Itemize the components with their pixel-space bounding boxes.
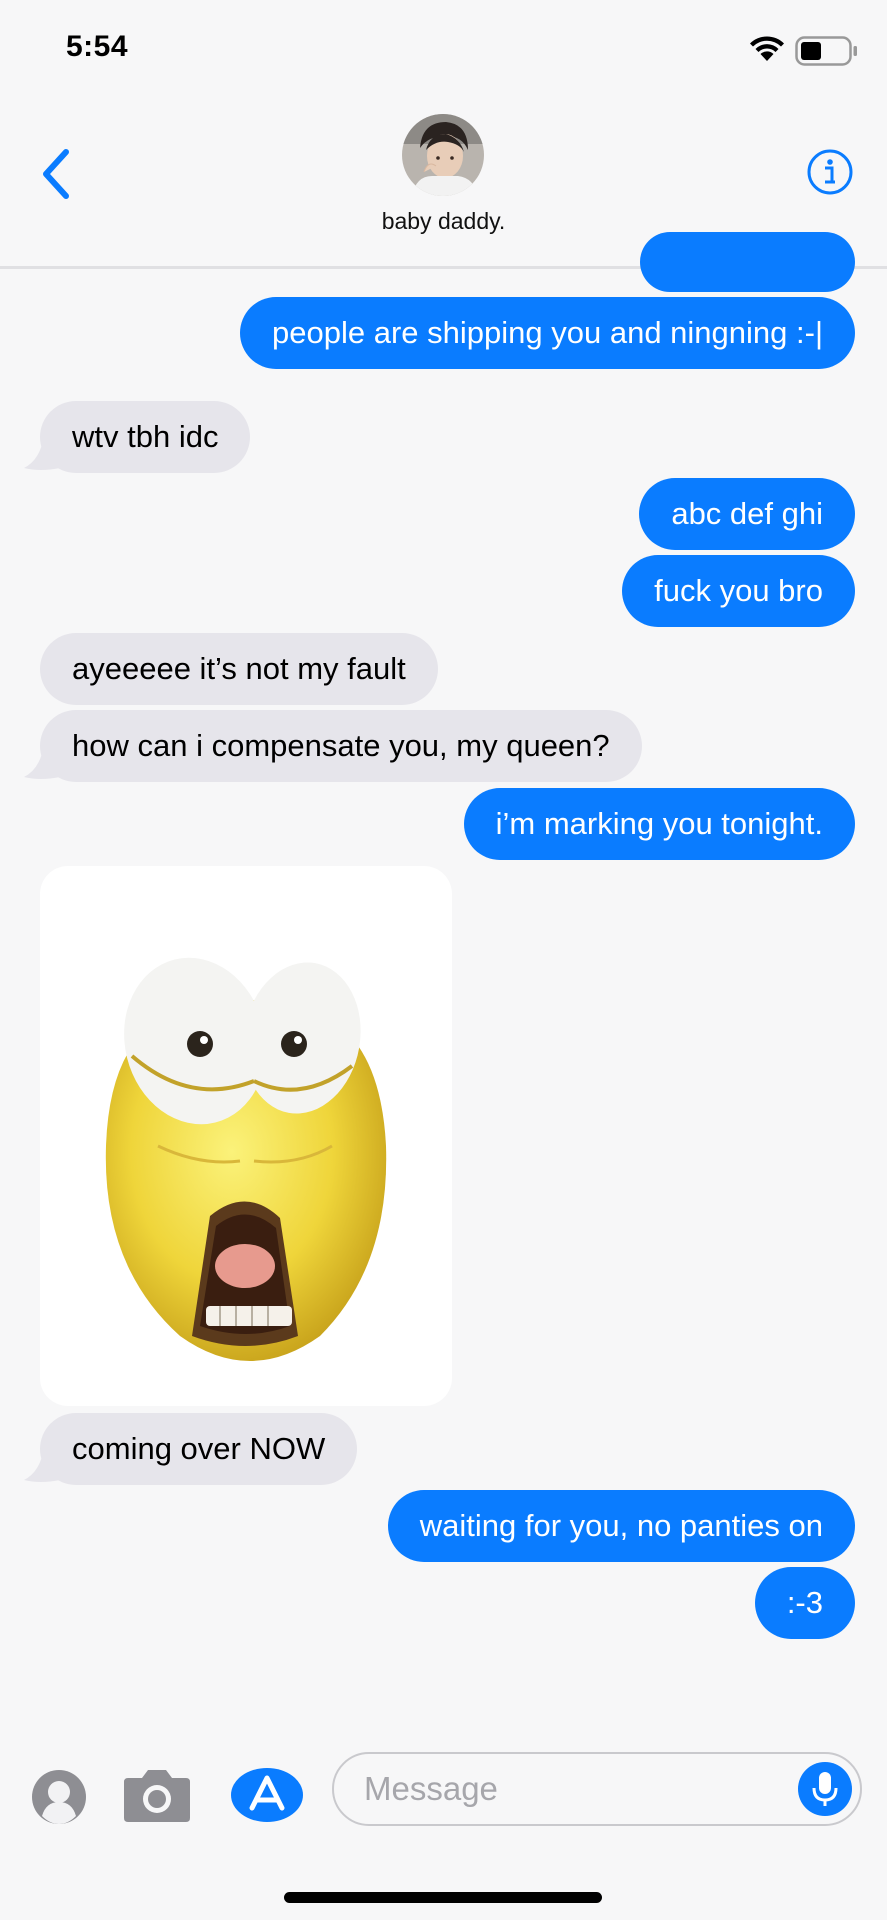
contacts-icon[interactable]	[30, 1768, 88, 1826]
incoming-message[interactable]: how can i compensate you, my queen?	[40, 710, 642, 782]
message-input[interactable]: Message	[332, 1752, 862, 1826]
incoming-message[interactable]: wtv tbh idc	[40, 401, 251, 473]
shocked-emoji-icon	[105, 957, 387, 1361]
camera-icon[interactable]	[122, 1766, 192, 1824]
avatar-photo	[402, 114, 484, 196]
contact-avatar[interactable]	[402, 114, 484, 196]
composer-bar: Message	[0, 1730, 887, 1920]
scrolled-bubble-fragment	[640, 232, 855, 292]
info-icon[interactable]	[806, 148, 854, 196]
outgoing-message[interactable]: fuck you bro	[622, 555, 855, 627]
incoming-bubble-tail	[24, 436, 60, 470]
incoming-message[interactable]: coming over NOW	[40, 1413, 358, 1485]
wifi-icon	[750, 36, 784, 61]
outgoing-message[interactable]: i’m marking you tonight.	[463, 788, 855, 860]
incoming-message[interactable]: ayeeeee it’s not my fault	[40, 633, 438, 705]
incoming-bubble-tail	[24, 745, 60, 779]
battery-icon	[795, 36, 857, 66]
chevron-left-icon[interactable]	[36, 144, 76, 204]
outgoing-message[interactable]: people are shipping you and ningning :-|	[240, 297, 855, 369]
outgoing-message[interactable]: :-3	[754, 1567, 855, 1639]
message-placeholder: Message	[364, 1770, 498, 1807]
shocked-emoji-sticker[interactable]	[40, 866, 452, 1406]
contact-name[interactable]: baby daddy.	[0, 208, 887, 235]
outgoing-message[interactable]: abc def ghi	[639, 478, 855, 550]
incoming-bubble-tail	[24, 1448, 60, 1482]
outgoing-message[interactable]: waiting for you, no panties on	[387, 1490, 855, 1562]
app-store-icon[interactable]	[230, 1766, 304, 1824]
microphone-icon[interactable]	[796, 1760, 854, 1818]
status-time: 5:54	[66, 30, 129, 63]
status-bar: 5:54	[0, 0, 887, 100]
home-indicator	[284, 1892, 602, 1903]
